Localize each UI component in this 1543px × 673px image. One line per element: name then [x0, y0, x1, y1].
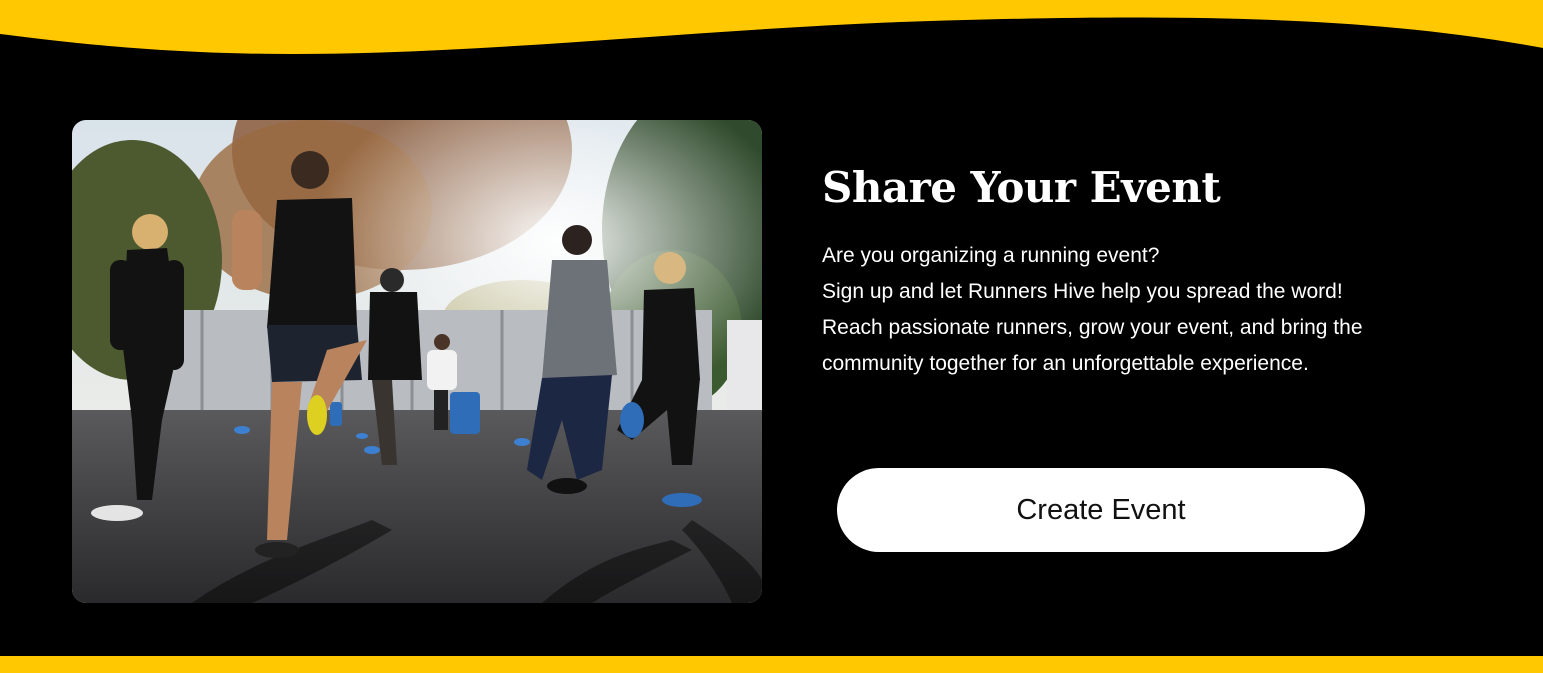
- bottom-accent-band: [0, 656, 1543, 673]
- event-photo: [72, 120, 762, 603]
- runners-photo-illustration: [72, 120, 762, 603]
- share-event-section: Share Your Event Are you organizing a ru…: [0, 0, 1543, 673]
- section-description: Are you organizing a running event? Sign…: [822, 238, 1367, 382]
- section-title: Share Your Event: [822, 163, 1221, 212]
- create-event-button[interactable]: Create Event: [837, 468, 1365, 552]
- description-line-1: Are you organizing a running event?: [822, 244, 1160, 267]
- event-content: Share Your Event Are you organizing a ru…: [822, 160, 1382, 382]
- top-wave-shape: [0, 0, 1543, 55]
- top-wave-divider: [0, 0, 1543, 55]
- description-line-2: Sign up and let Runners Hive help you sp…: [822, 280, 1363, 375]
